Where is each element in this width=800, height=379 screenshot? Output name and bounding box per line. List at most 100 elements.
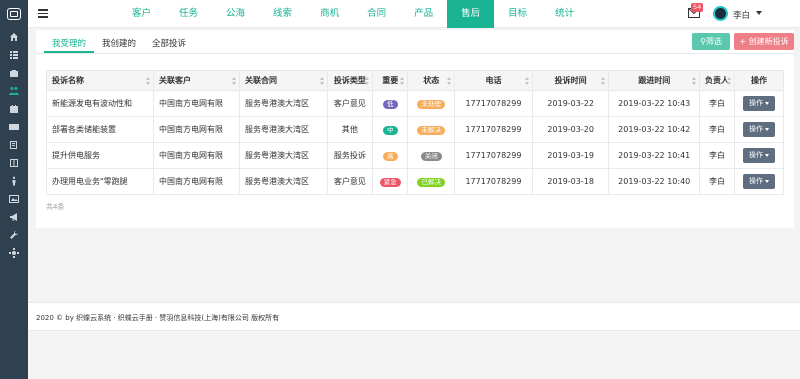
- sidebar-item-settings[interactable]: [0, 244, 28, 262]
- priority-badge: 高: [372, 142, 409, 169]
- card-icon: [9, 124, 19, 130]
- owner: 李白: [699, 168, 735, 195]
- tab-item[interactable]: 我受理的: [44, 35, 95, 53]
- column-header[interactable]: 投诉时间: [531, 70, 610, 91]
- operation-button[interactable]: 操作: [743, 122, 775, 137]
- briefcase-icon: [10, 70, 18, 77]
- nav-item[interactable]: 公海: [212, 0, 259, 28]
- sidebar-item-briefcase[interactable]: [0, 64, 28, 82]
- complaint-date: 2019-03-22: [531, 90, 610, 117]
- operation-button[interactable]: 操作: [743, 174, 775, 189]
- status-badge: 关闭: [420, 151, 442, 161]
- sidebar-item-book[interactable]: [0, 136, 28, 154]
- user-menu-caret-icon[interactable]: [756, 11, 762, 15]
- priority-badge: 中: [372, 116, 409, 143]
- nav-item[interactable]: 客户: [118, 0, 165, 28]
- customer-name: 中国南方电网有限: [153, 142, 240, 169]
- status-badge: 已解决: [407, 168, 455, 195]
- create-complaint-button[interactable]: + 创建新投诉: [734, 33, 794, 50]
- sidebar-item-users[interactable]: [0, 82, 28, 100]
- sidebar-item-wrench[interactable]: [0, 226, 28, 244]
- operation-button[interactable]: 操作: [743, 96, 775, 111]
- sidebar-item-columns[interactable]: [0, 154, 28, 172]
- phone: 17717078299: [453, 90, 533, 117]
- column-header: 操作: [734, 70, 784, 91]
- column-header[interactable]: 跟进时间: [608, 70, 700, 91]
- sidebar: [0, 0, 28, 379]
- username[interactable]: 李白: [733, 9, 750, 21]
- nav-item[interactable]: 产品: [400, 0, 447, 28]
- table-row[interactable]: 办理用电业务"零跑腿 中国南方电网有限 服务粤港澳大湾区 客户意见 紧急 已解决 17717…: [45, 168, 784, 195]
- column-header[interactable]: 关联客户: [153, 70, 240, 91]
- logo-icon: [7, 8, 21, 20]
- create-button-label: 创建新投诉: [748, 37, 789, 46]
- priority-badge: 紧急: [372, 168, 409, 195]
- footer: 2020 © by 织蝶云系统 · 织蝶云手册 · 赞羽信息科技(上海)有限公司…: [28, 302, 800, 331]
- nav-item[interactable]: 目标: [494, 0, 541, 28]
- sort-icon[interactable]: [146, 77, 151, 85]
- complaint-tabs: 我受理的 我创建的 全部投诉: [44, 35, 194, 53]
- sort-icon[interactable]: [524, 77, 529, 85]
- table-row[interactable]: 部署各类储能装置 中国南方电网有限 服务粤港澳大湾区 其他中 未解决 1771707829…: [45, 116, 784, 143]
- book-icon: [10, 141, 17, 149]
- column-header[interactable]: 投诉名称: [45, 70, 155, 91]
- nav-item[interactable]: 任务: [165, 0, 212, 28]
- table-row[interactable]: 新能源发电有波动性和 中国南方电网有限 服务粤港澳大湾区 客户意见低 未处理 177170…: [45, 90, 784, 117]
- list-icon: [10, 51, 18, 59]
- sidebar-item-calendar[interactable]: [0, 100, 28, 118]
- column-header[interactable]: 电话: [453, 70, 533, 91]
- sort-icon[interactable]: [400, 77, 405, 85]
- follow-time: 2019-03-22 10:43: [608, 90, 700, 117]
- tab-item[interactable]: 全部投诉: [144, 35, 194, 53]
- sidebar-item-person[interactable]: [0, 172, 28, 190]
- sidebar-item-home[interactable]: [0, 28, 28, 46]
- menu-toggle-icon[interactable]: [38, 9, 48, 18]
- table-row[interactable]: 提升供电服务 中国南方电网有限 服务粤港澳大湾区 服务投诉高 关闭 17717078299…: [45, 142, 784, 169]
- column-header[interactable]: 投诉类型: [326, 70, 374, 91]
- sort-icon[interactable]: [231, 77, 236, 85]
- operation-button[interactable]: 操作: [743, 148, 775, 163]
- avatar[interactable]: [713, 6, 728, 21]
- sort-icon[interactable]: [319, 77, 324, 85]
- phone: 17717078299: [453, 116, 533, 143]
- calendar-icon: [10, 105, 18, 113]
- nav-item[interactable]: 商机: [306, 0, 353, 28]
- nav-item[interactable]: 统计: [541, 0, 588, 28]
- table-header: 投诉名称 关联客户 关联合同 投诉类型 重要 状态 电话 投诉时间 跟进时间 负责人 操作: [45, 70, 784, 91]
- priority-badge: 低: [372, 90, 409, 117]
- status-badge: 关闭: [407, 142, 455, 169]
- sort-icon[interactable]: [692, 77, 696, 85]
- filter-button[interactable]: ⚲筛选: [692, 33, 730, 50]
- sort-icon[interactable]: [601, 77, 606, 85]
- contract-name: 服务粤港澳大湾区: [238, 116, 328, 143]
- app-logo[interactable]: [0, 0, 28, 28]
- sidebar-item-image[interactable]: [0, 190, 28, 208]
- tab-item[interactable]: 我创建的: [94, 35, 144, 53]
- nav-item[interactable]: 合同: [353, 0, 400, 28]
- home-icon: [10, 33, 18, 41]
- priority-badge: 高: [383, 151, 398, 161]
- column-header[interactable]: 关联合同: [238, 70, 328, 91]
- sort-icon[interactable]: [727, 77, 731, 85]
- caret-down-icon: [765, 153, 769, 157]
- sidebar-item-card[interactable]: [0, 118, 28, 136]
- complaint-date: 2019-03-19: [531, 142, 610, 169]
- sort-icon[interactable]: [365, 77, 370, 85]
- complaint-type: 客户意见: [326, 90, 374, 117]
- complaint-type: 客户意见: [326, 168, 374, 195]
- operation-cell: 操作: [734, 116, 784, 143]
- complaint-name: 办理用电业务"零跑腿: [45, 168, 155, 195]
- sort-icon[interactable]: [446, 77, 451, 85]
- caret-down-icon: [765, 179, 769, 183]
- column-header[interactable]: 负责人: [699, 70, 735, 91]
- status-badge: 未解决: [417, 125, 445, 135]
- column-header[interactable]: 状态: [407, 70, 455, 91]
- sidebar-item-megaphone[interactable]: [0, 208, 28, 226]
- customer-name: 中国南方电网有限: [153, 116, 240, 143]
- column-header[interactable]: 重要: [372, 70, 409, 91]
- nav-item[interactable]: 线索: [259, 0, 306, 28]
- mail-count-badge: 54: [691, 3, 704, 12]
- sidebar-item-list[interactable]: [0, 46, 28, 64]
- owner: 李白: [699, 90, 735, 117]
- nav-item[interactable]: 售后: [447, 0, 495, 28]
